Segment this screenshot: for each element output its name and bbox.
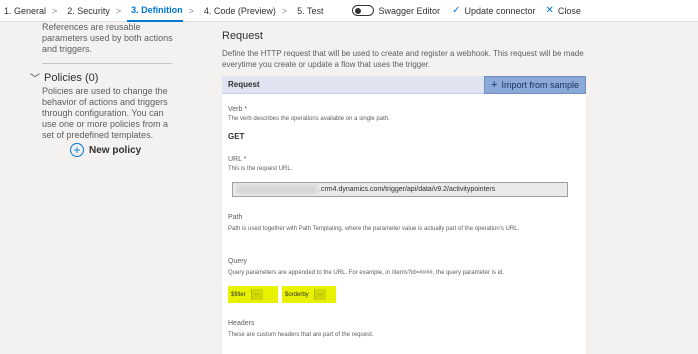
policies-title: Policies (0) <box>44 71 99 84</box>
close-button[interactable]: ✕ Close <box>546 5 581 16</box>
section-description: Define the HTTP request that will be use… <box>222 49 584 69</box>
step-security[interactable]: 2. Security <box>63 6 110 16</box>
query-param-chip[interactable]: $filter ... <box>228 286 278 303</box>
request-card: Request + Import from sample Verb * The … <box>222 76 586 354</box>
policies-description: Policies are used to change the behavior… <box>42 86 169 140</box>
chevron-down-icon: ﹀ <box>30 74 40 85</box>
section-title: Request <box>222 30 263 42</box>
new-policy-button[interactable]: + New policy <box>70 143 141 157</box>
url-input[interactable]: .crm4.dynamics.com/trigger/api/data/v9.2… <box>232 182 568 197</box>
import-from-sample-button[interactable]: + Import from sample <box>484 76 586 94</box>
update-connector-button[interactable]: ✓ Update connector <box>452 5 535 16</box>
verb-help: The verb describes the operations availa… <box>228 116 390 122</box>
close-icon: ✕ <box>545 5 554 16</box>
close-label: Close <box>557 5 581 16</box>
step-test[interactable]: 5. Test <box>293 6 323 16</box>
chevron-right-icon: > <box>281 5 288 16</box>
policies-header[interactable]: ﹀ Policies (0) <box>30 70 99 86</box>
query-param-name: $filter <box>231 291 246 298</box>
chevron-right-icon: > <box>188 5 194 16</box>
wizard-nav: 1. General > 2. Security > 3. Definition… <box>0 0 698 22</box>
left-panel: References are reusable parameters used … <box>0 22 200 354</box>
query-help: Query parameters are appended to the URL… <box>228 270 504 276</box>
query-param-chip[interactable]: $orderby ... <box>282 286 336 303</box>
checkmark-icon: ✓ <box>452 5 461 16</box>
step-general[interactable]: 1. General <box>0 6 46 16</box>
step-code-preview[interactable]: 4. Code (Preview) <box>200 6 276 16</box>
headers-help: These are custom headers that are part o… <box>228 332 374 338</box>
more-icon[interactable]: ... <box>250 289 263 300</box>
verb-value[interactable]: GET <box>228 132 244 141</box>
add-circle-icon: + <box>70 143 84 157</box>
redacted-host <box>237 185 317 194</box>
query-label: Query <box>228 258 248 265</box>
plus-icon: + <box>491 79 498 91</box>
url-help: This is the request URL. <box>228 166 293 172</box>
import-from-sample-label: Import from sample <box>501 80 579 90</box>
query-param-name: $orderby <box>285 291 309 298</box>
swagger-editor-label: Swagger Editor <box>378 5 441 16</box>
step-definition[interactable]: 3. Definition <box>127 0 183 22</box>
more-icon[interactable]: ... <box>313 289 326 300</box>
path-help: Path is used together with Path Templati… <box>228 226 520 232</box>
divider <box>42 63 172 64</box>
verb-label: Verb * <box>228 106 248 113</box>
url-value: .crm4.dynamics.com/trigger/api/data/v9.2… <box>319 186 496 193</box>
request-card-header: Request + Import from sample <box>222 76 586 94</box>
path-label: Path <box>228 214 243 221</box>
url-label: URL * <box>228 156 247 163</box>
chevron-right-icon: > <box>52 5 58 16</box>
toggle-knob <box>354 7 361 14</box>
headers-label: Headers <box>228 320 255 327</box>
references-description: References are reusable parameters used … <box>42 22 173 54</box>
swagger-editor-toggle[interactable] <box>351 5 374 16</box>
new-policy-label: New policy <box>89 144 142 156</box>
request-card-title: Request <box>228 80 260 89</box>
main-panel: Request Define the HTTP request that wil… <box>208 22 698 354</box>
update-connector-label: Update connector <box>464 5 536 16</box>
chevron-right-icon: > <box>115 5 122 16</box>
